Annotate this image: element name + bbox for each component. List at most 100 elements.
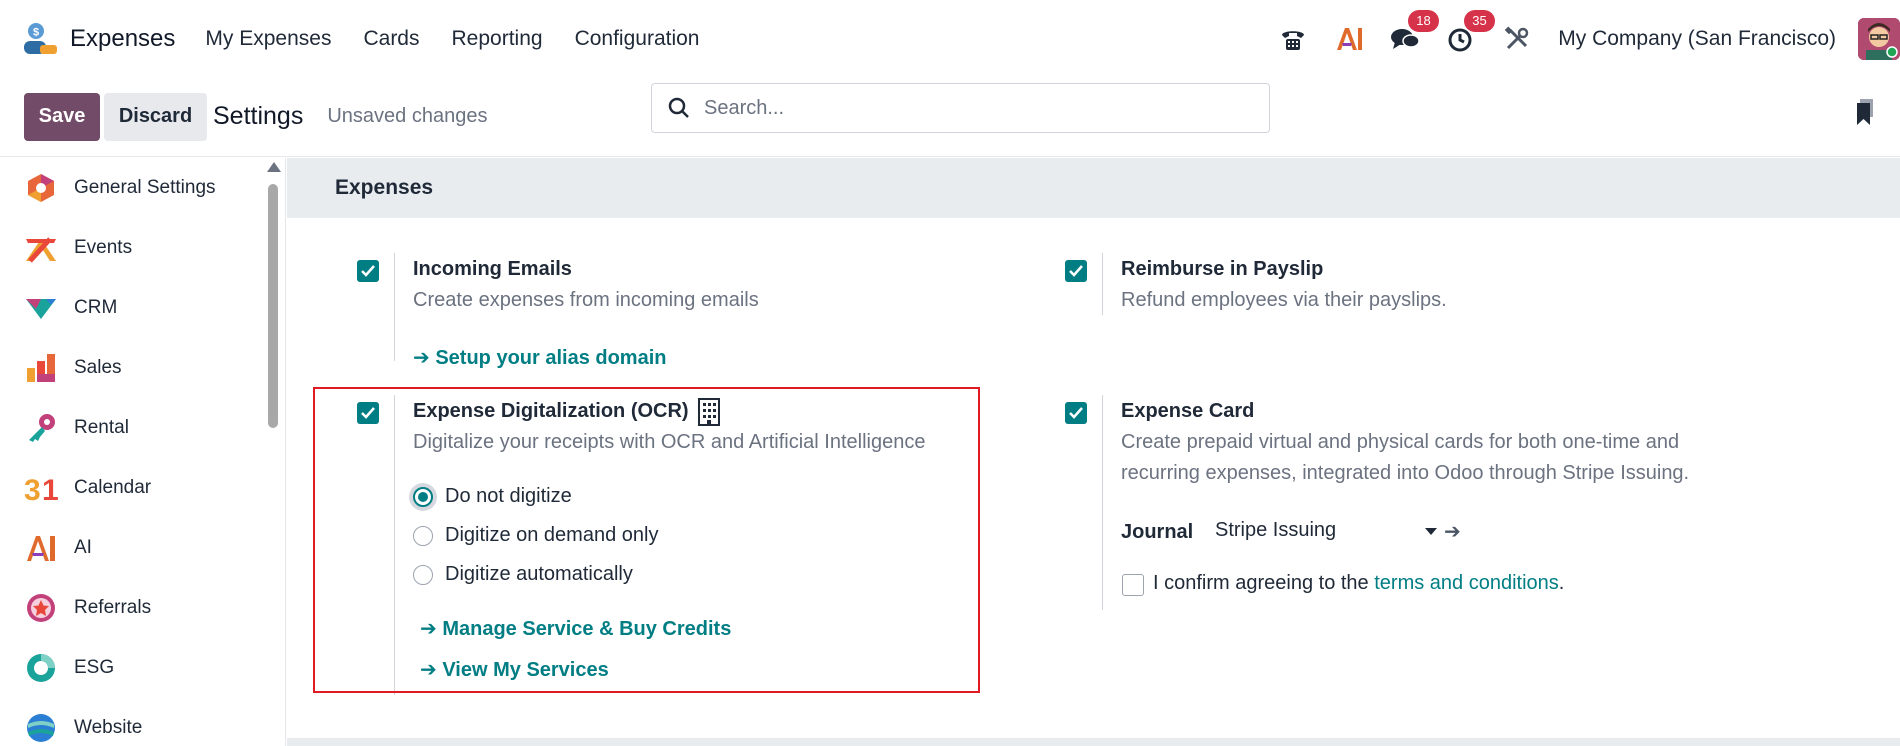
sidebar-item-label: Calendar [74, 477, 152, 498]
ocr-desc: Digitalize your receipts with OCR and Ar… [413, 431, 926, 453]
incoming-emails-checkbox[interactable] [357, 260, 379, 282]
search-icon [668, 97, 690, 119]
sidebar-item-label: Events [74, 237, 133, 258]
confirm-terms-text: I confirm agreeing to the terms and cond… [1153, 572, 1564, 595]
menu-reporting[interactable]: Reporting [452, 27, 543, 51]
save-button[interactable]: Save [24, 92, 100, 141]
sidebar-item-esg[interactable]: ESG [0, 638, 285, 698]
sales-icon [24, 351, 58, 385]
section-title: Expenses [287, 158, 1900, 218]
sidebar-item-sales[interactable]: Sales [0, 338, 285, 398]
sidebar-item-crm[interactable]: CRM [0, 278, 285, 338]
ocr-title: Expense Digitalization (OCR) [413, 400, 689, 422]
svg-text:3: 3 [24, 474, 41, 504]
discard-button[interactable]: Discard [104, 92, 207, 141]
setting-divider [394, 395, 395, 695]
link-label: Manage Service & Buy Credits [442, 618, 732, 640]
checkmark-icon [361, 407, 375, 419]
sidebar-item-general-settings[interactable]: General Settings [0, 158, 285, 218]
company-switcher[interactable]: My Company (San Francisco) [1558, 27, 1836, 51]
expense-card-checkbox[interactable] [1065, 402, 1087, 424]
incoming-emails-title: Incoming Emails [413, 258, 572, 280]
ocr-checkbox[interactable] [357, 402, 379, 424]
main-menu: My Expenses Cards Reporting Configuratio… [205, 27, 731, 51]
page-title: Settings [213, 102, 304, 130]
journal-open-arrow-icon[interactable]: ➔ [1444, 519, 1461, 544]
control-panel: Save Discard Settings Unsaved changes [0, 77, 1900, 157]
bookmark-icon[interactable] [1855, 99, 1875, 133]
settings-main: Expenses Incoming Emails Create expenses… [287, 158, 1900, 746]
view-my-services-link[interactable]: ➔ View My Services [420, 657, 609, 682]
search-input[interactable] [704, 96, 1244, 120]
radio-digitize-automatically[interactable]: Digitize automatically [413, 563, 633, 586]
general-settings-icon [24, 171, 58, 205]
sidebar-item-events[interactable]: Events [0, 218, 285, 278]
radio-button[interactable] [413, 564, 433, 585]
radio-do-not-digitize[interactable]: Do not digitize [413, 485, 572, 508]
radio-label: Do not digitize [445, 485, 572, 507]
messages-badge: 18 [1408, 9, 1439, 32]
expense-card-desc: Create prepaid virtual and physical card… [1121, 431, 1690, 484]
sidebar-item-label: AI [74, 537, 92, 558]
svg-text:1: 1 [42, 474, 58, 504]
sidebar-item-ai[interactable]: AI [0, 518, 285, 578]
navbar-systray: 18 35 My Company (San Francisco) [1278, 0, 1900, 77]
app-name: Expenses [70, 24, 176, 52]
website-icon [24, 711, 58, 745]
sidebar-item-rental[interactable]: Rental [0, 398, 285, 458]
sidebar-item-label: ESG [74, 657, 115, 678]
reimburse-payslip-checkbox[interactable] [1065, 260, 1087, 282]
menu-configuration[interactable]: Configuration [575, 27, 700, 51]
menu-my-expenses[interactable]: My Expenses [205, 27, 331, 51]
sidebar-item-label: CRM [74, 297, 118, 318]
referrals-icon [24, 591, 58, 625]
confirm-end: . [1558, 572, 1565, 594]
sidebar-scrollbar[interactable] [266, 158, 281, 746]
terms-conditions-link[interactable]: terms and conditions [1374, 572, 1559, 594]
sidebar-item-label: Rental [74, 417, 129, 438]
checkmark-icon [1069, 265, 1083, 277]
radio-button-selected[interactable] [413, 486, 433, 507]
radio-digitize-on-demand[interactable]: Digitize on demand only [413, 524, 658, 547]
journal-select[interactable]: Stripe Issuing [1215, 519, 1375, 543]
sidebar-item-website[interactable]: Website [0, 698, 285, 746]
confirm-text: I confirm agreeing to the [1153, 572, 1375, 594]
calendar-icon: 31 [24, 471, 58, 505]
activities-clock-icon[interactable]: 35 [1446, 9, 1495, 54]
incoming-emails-desc: Create expenses from incoming emails [413, 289, 759, 311]
user-avatar[interactable] [1858, 17, 1900, 60]
search-bar[interactable] [651, 83, 1270, 133]
activities-badge: 35 [1464, 9, 1495, 32]
sidebar-item-label: Website [74, 717, 143, 738]
dropdown-caret-icon[interactable] [1425, 528, 1437, 535]
manage-service-buy-credits-link[interactable]: ➔ Manage Service & Buy Credits [420, 616, 731, 641]
checkmark-icon [361, 265, 375, 277]
arrow-right-icon: ➔ [413, 347, 430, 369]
settings-sidebar: General Settings Events CRM Sales Rental… [0, 158, 286, 746]
scroll-up-arrow-icon[interactable] [267, 162, 281, 172]
expenses-app-icon: $ [22, 21, 58, 57]
ai-icon[interactable] [1334, 24, 1364, 54]
setup-alias-domain-link[interactable]: ➔ Setup your alias domain [413, 345, 667, 370]
messages-icon[interactable]: 18 [1390, 9, 1439, 54]
sidebar-item-calendar[interactable]: 31 Calendar [0, 458, 285, 518]
scroll-thumb[interactable] [268, 184, 278, 428]
setting-divider [394, 253, 395, 361]
journal-value: Stripe Issuing [1215, 519, 1337, 541]
sidebar-item-label: General Settings [74, 177, 216, 198]
tools-icon[interactable] [1502, 24, 1532, 54]
sidebar-item-referrals[interactable]: Referrals [0, 578, 285, 638]
radio-button[interactable] [413, 525, 433, 546]
setting-divider [1102, 395, 1103, 610]
ai-icon [24, 531, 58, 565]
app-brand[interactable]: $ Expenses [22, 21, 175, 57]
setting-divider [1102, 253, 1103, 315]
confirm-terms-checkbox[interactable] [1122, 574, 1144, 596]
svg-text:$: $ [33, 26, 39, 38]
phone-icon[interactable] [1278, 24, 1308, 54]
reimburse-payslip-desc: Refund employees via their payslips. [1121, 289, 1447, 311]
link-label: Setup your alias domain [435, 347, 667, 369]
crm-icon [24, 291, 58, 325]
checkmark-icon [1069, 407, 1083, 419]
menu-cards[interactable]: Cards [363, 27, 419, 51]
